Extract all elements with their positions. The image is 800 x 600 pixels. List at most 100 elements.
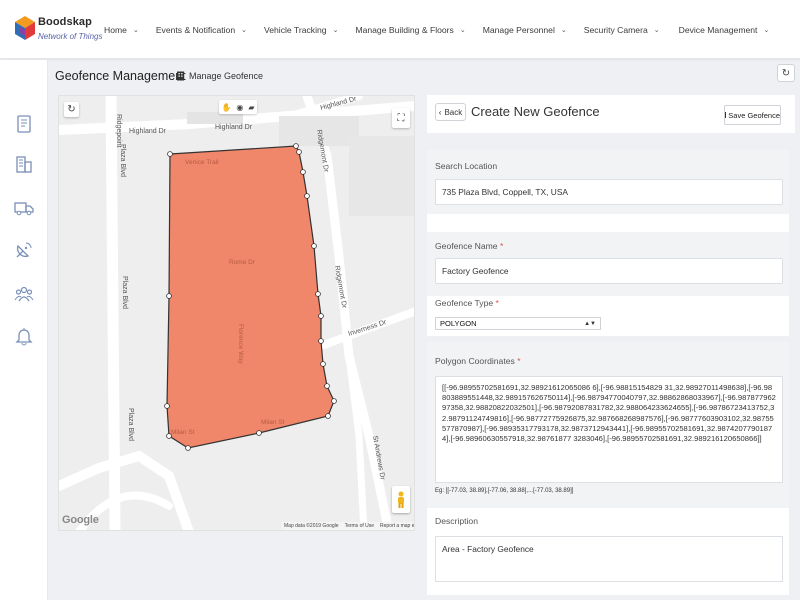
chevron-down-icon: ⌄ xyxy=(560,27,567,34)
required-mark: * xyxy=(517,356,521,366)
building-icon[interactable] xyxy=(14,154,34,174)
report-icon[interactable] xyxy=(14,114,34,134)
polygon-vertex-handle[interactable] xyxy=(331,398,337,404)
street-label: Plaza Blvd xyxy=(121,276,128,309)
polygon-vertex-handle[interactable] xyxy=(315,291,321,297)
back-label: Back xyxy=(444,107,463,117)
brand-name: Boodskap xyxy=(38,16,92,28)
description-label: Description xyxy=(435,516,478,526)
breadcrumb: Manage Geofence xyxy=(176,71,263,81)
polygon-vertex-handle[interactable] xyxy=(318,313,324,319)
polygon-vertex-handle[interactable] xyxy=(164,403,170,409)
street-label: Ridgepoint xyxy=(115,114,122,148)
truck-icon[interactable] xyxy=(14,198,34,218)
polygon-vertex-handle[interactable] xyxy=(311,243,317,249)
fullscreen-icon: ⛶ xyxy=(397,112,405,124)
nav-item-label: Home xyxy=(104,25,127,35)
polygon-vertex-handle[interactable] xyxy=(256,430,262,436)
polygon-vertex-handle[interactable] xyxy=(300,169,306,175)
terms-link[interactable]: Terms of Use xyxy=(345,523,374,530)
chevron-down-icon: ⌄ xyxy=(763,27,770,34)
bell-icon[interactable] xyxy=(14,326,34,346)
search-location-label: Search Location xyxy=(435,161,498,171)
geofence-polygon[interactable] xyxy=(166,145,335,449)
nav-item-manage-personnel[interactable]: Manage Personnel ⌄ xyxy=(483,23,567,37)
breadcrumb-label: Manage Geofence xyxy=(189,71,264,81)
geofence-type-group: Geofence Type * POLYGON ▲▼ xyxy=(427,296,789,336)
polygon-vertex-handle[interactable] xyxy=(304,193,310,199)
search-location-input[interactable]: 735 Plaza Blvd, Coppell, TX, USA xyxy=(435,179,783,205)
save-geofence-button[interactable]: Save Geofence xyxy=(724,105,781,125)
save-label: Save Geofence xyxy=(728,110,780,120)
spacer xyxy=(427,214,789,232)
satellite-dish-icon[interactable] xyxy=(14,240,34,260)
nav-item-home[interactable]: Home ⌄ xyxy=(104,23,139,37)
coordinates-hint: Eg: [[-77.03, 38.89],[-77.06, 38.88],...… xyxy=(435,488,574,494)
street-label: Inverness Dr xyxy=(347,319,388,338)
polygon-vertex-handle[interactable] xyxy=(185,445,191,451)
label-text: Geofence Type xyxy=(435,298,494,308)
street-label: Highland Dr xyxy=(215,124,253,131)
label-text: Geofence Name xyxy=(435,241,498,251)
map-drawing-toolbar: ✋ ◉ ▰ xyxy=(219,100,257,114)
form-header: ‹ Back Create New Geofence Save Geofence xyxy=(427,95,795,133)
sidebar xyxy=(0,60,48,600)
nav-item-device-management[interactable]: Device Management ⌄ xyxy=(679,23,770,37)
users-group-icon[interactable] xyxy=(14,284,34,304)
description-textarea[interactable]: Area - Factory Geofence xyxy=(435,536,783,582)
map-data-text: Map data ©2019 Google xyxy=(284,523,339,529)
nav-item-label: Events & Notification xyxy=(155,25,236,35)
main-nav: Home ⌄ Events & Notification ⌄ Vehicle Tra… xyxy=(104,23,786,37)
polygon-vertex-handle[interactable] xyxy=(296,149,302,155)
page-title: Geofence Management xyxy=(55,69,186,83)
geofence-form: ‹ Back Create New Geofence Save Geofence … xyxy=(427,95,795,595)
marker-icon[interactable]: ◉ xyxy=(236,103,243,112)
google-logo: Google xyxy=(62,514,99,526)
pegman-icon xyxy=(398,491,404,508)
map-refresh-button[interactable]: ↻ xyxy=(64,102,79,117)
geofence-name-input[interactable]: Factory Geofence xyxy=(435,258,783,284)
back-button[interactable]: ‹ Back xyxy=(435,103,466,121)
nav-item-manage-building[interactable]: Manage Building & Floors ⌄ xyxy=(355,23,465,37)
nav-item-label: Device Management xyxy=(678,25,758,35)
save-icon xyxy=(725,112,727,118)
nav-item-security-camera[interactable]: Security Camera ⌄ xyxy=(584,23,660,37)
refresh-button[interactable]: ↻ xyxy=(777,64,795,82)
street-label: Milan St xyxy=(171,429,195,436)
street-view-button[interactable] xyxy=(392,486,410,513)
chevron-updown-icon: ▲▼ xyxy=(584,320,596,327)
geofence-name-label: Geofence Name * xyxy=(435,241,503,251)
polygon-vertex-handle[interactable] xyxy=(324,383,330,389)
polygon-vertex-handle[interactable] xyxy=(167,151,173,157)
hand-icon[interactable]: ✋ xyxy=(221,103,231,112)
brand-logo[interactable]: Boodskap Network of Things xyxy=(14,13,104,49)
polygon-vertex-handle[interactable] xyxy=(293,143,299,149)
fullscreen-button[interactable]: ⛶ xyxy=(392,108,410,128)
refresh-icon: ↻ xyxy=(67,104,76,115)
geofence-type-select[interactable]: POLYGON ▲▼ xyxy=(435,317,601,330)
polygon-coordinates-label: Polygon Coordinates * xyxy=(435,356,521,366)
map-view[interactable]: Ridgepoint Highland Dr Highland Dr Highl… xyxy=(58,95,415,531)
chevron-left-icon: ‹ xyxy=(438,107,442,117)
polygon-vertex-handle[interactable] xyxy=(320,361,326,367)
map-footer: Map data ©2019 Google Terms of Use Repor… xyxy=(281,522,414,530)
chevron-down-icon: ⌄ xyxy=(132,27,139,34)
chevron-down-icon: ⌄ xyxy=(332,27,339,34)
street-label: Rome Dr xyxy=(229,259,256,266)
polygon-coordinates-textarea[interactable]: [[-96.98955702581691,32.98921612065086 6… xyxy=(435,376,783,483)
geofence-type-label: Geofence Type * xyxy=(435,298,499,308)
required-mark: * xyxy=(495,298,499,308)
chevron-down-icon: ⌄ xyxy=(459,27,466,34)
polygon-vertex-handle[interactable] xyxy=(318,338,324,344)
polygon-vertex-handle[interactable] xyxy=(325,413,331,419)
polygon-icon[interactable]: ▰ xyxy=(248,103,254,112)
report-error-link[interactable]: Report a map error xyxy=(380,523,414,530)
select-value: POLYGON xyxy=(440,319,477,328)
polygon-vertex-handle[interactable] xyxy=(166,293,172,299)
geofence-name-group: Geofence Name * Factory Geofence xyxy=(427,232,789,296)
nav-item-events[interactable]: Events & Notification ⌄ xyxy=(156,23,247,37)
required-mark: * xyxy=(499,241,504,251)
geofence-polygon-layer[interactable] xyxy=(164,143,337,451)
nav-item-vehicle-tracking[interactable]: Vehicle Tracking ⌄ xyxy=(264,23,338,37)
street-label: Venice Trail xyxy=(185,159,219,166)
